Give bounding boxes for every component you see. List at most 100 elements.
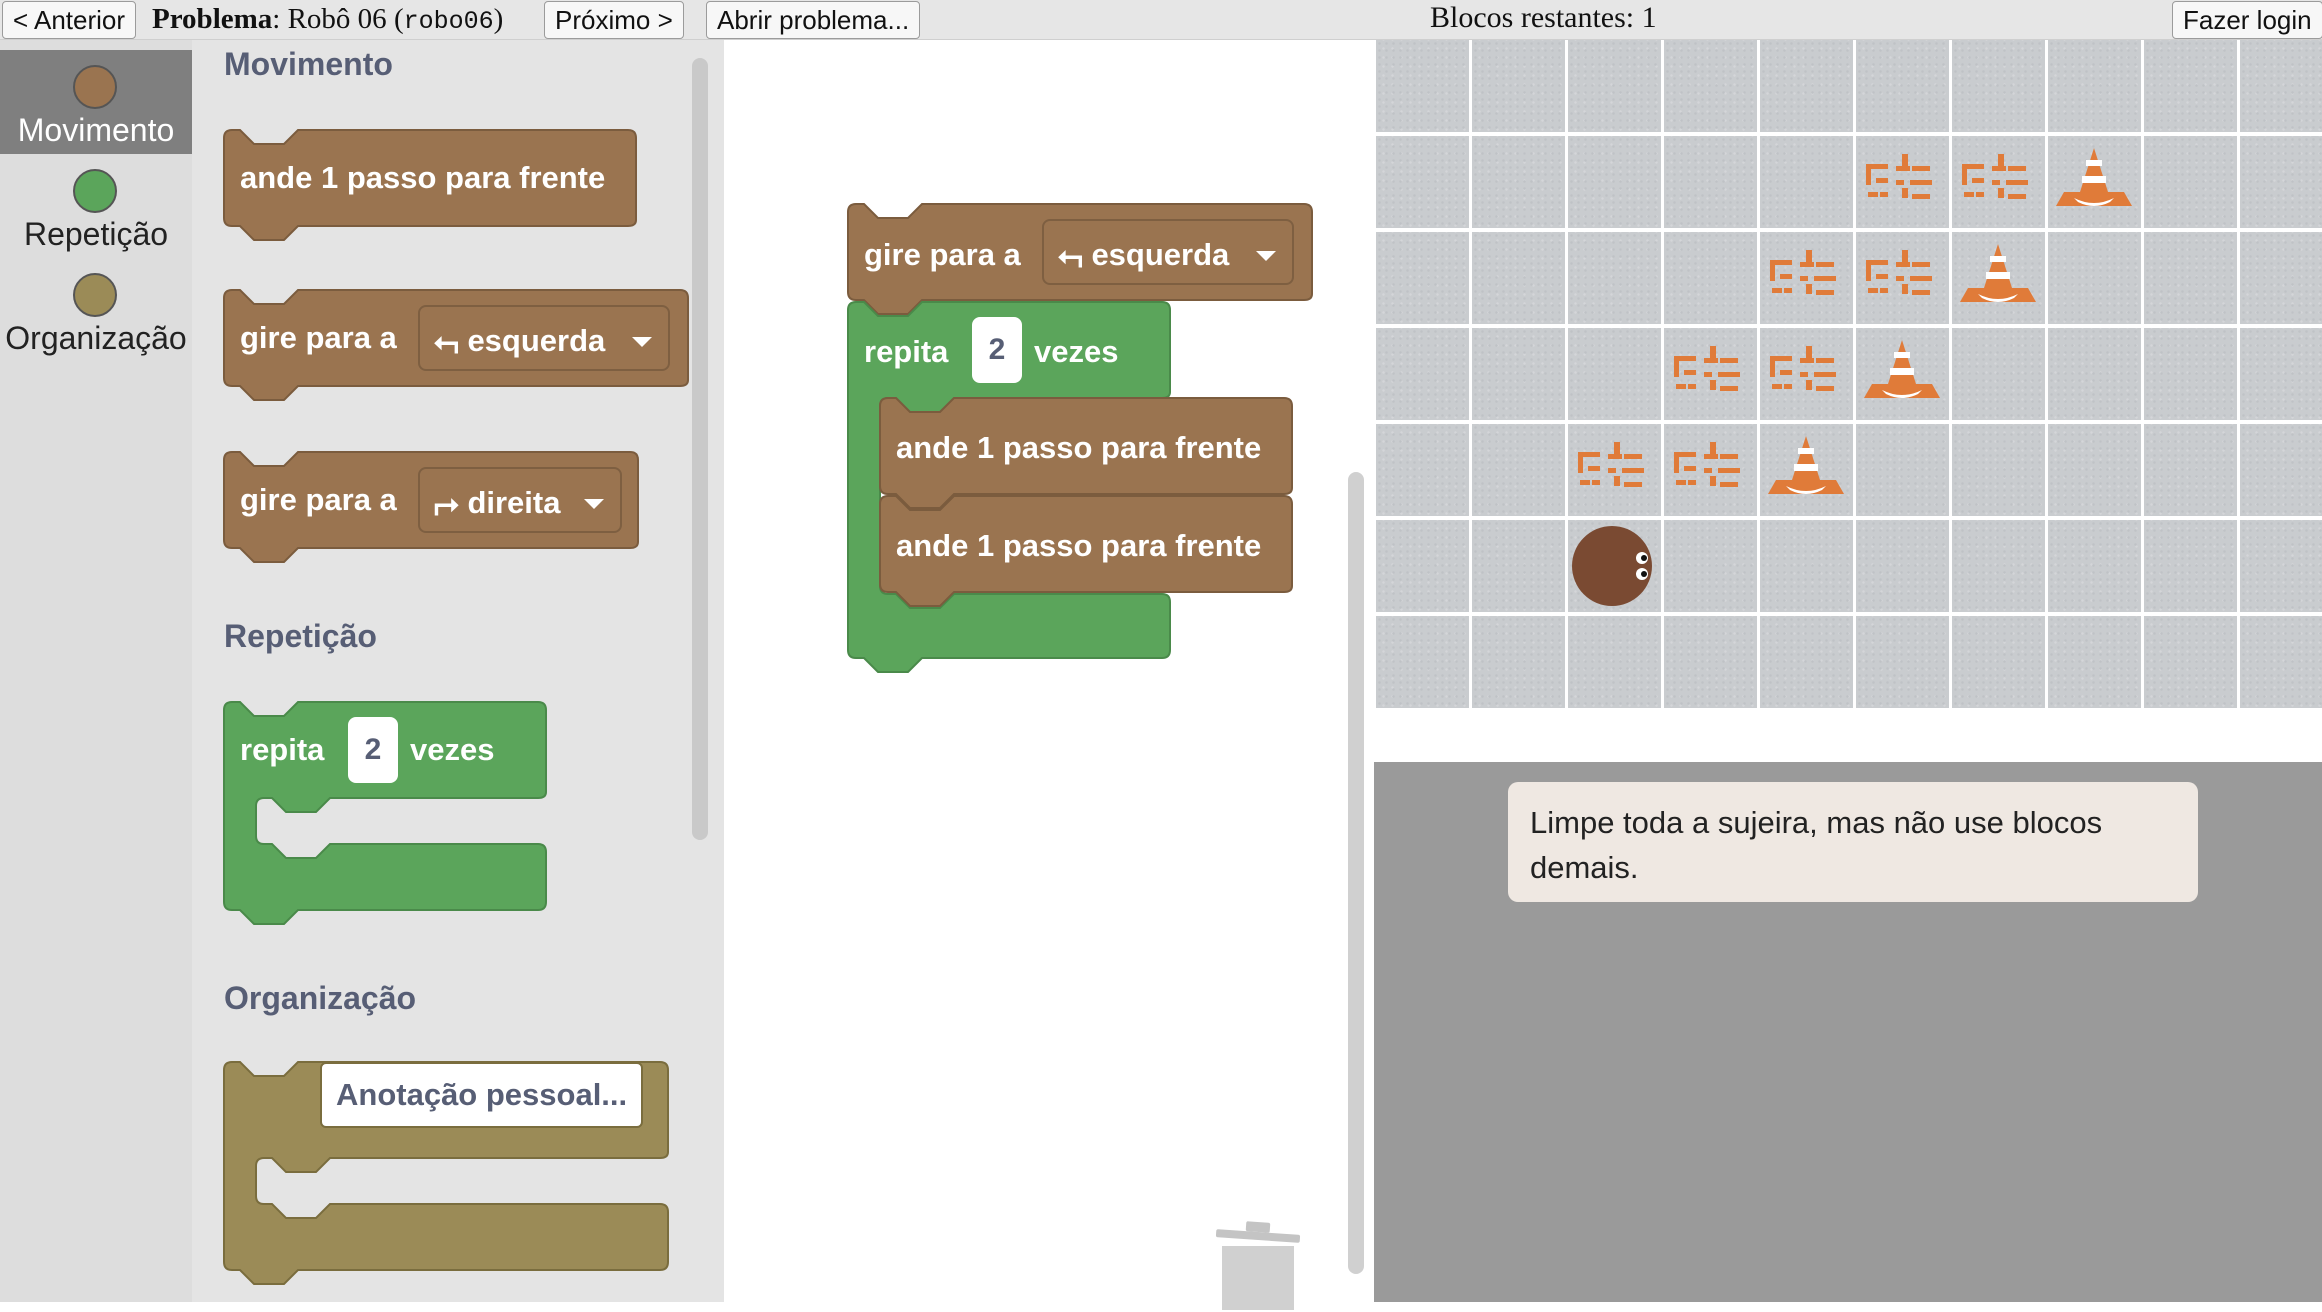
- board-tile: [2240, 424, 2322, 516]
- board-tile: [2048, 232, 2141, 324]
- board-tile: [1376, 616, 1469, 708]
- category-label: Repetição: [23, 216, 169, 252]
- board-tile: [1472, 232, 1565, 324]
- board-tile: [1568, 616, 1661, 708]
- blocks-remaining: Blocos restantes: 1: [1430, 1, 1657, 34]
- board-tile: [2048, 328, 2141, 420]
- board-tile: [1952, 328, 2045, 420]
- top-bar: < Anterior Problema: Robô 06 (robo06) Pr…: [0, 0, 2322, 40]
- direction-dropdown[interactable]: ⮢ esquerda: [1042, 219, 1294, 285]
- trash-icon[interactable]: [1214, 1220, 1304, 1310]
- repeat-count-input[interactable]: 2: [972, 317, 1022, 383]
- block-label: ande 1 passo para frente: [240, 160, 606, 195]
- turn-right-arrow-icon: ⮣: [434, 485, 459, 520]
- board-tile: [1856, 424, 1949, 516]
- board-tile: [1376, 520, 1469, 612]
- dirt-icon: [1578, 442, 1644, 487]
- board-tile: [1952, 40, 2045, 132]
- board-tile: [2048, 616, 2141, 708]
- board-tile: [1952, 520, 2045, 612]
- board-tile: [1856, 616, 1949, 708]
- board-tile: [1472, 136, 1565, 228]
- direction-dropdown[interactable]: ⮢ esquerda: [418, 305, 670, 371]
- category-repeat[interactable]: Repetição: [0, 154, 192, 258]
- board-tile: [1760, 40, 1853, 132]
- traffic-cone-icon: [1864, 340, 1940, 398]
- board-tile: [1376, 40, 1469, 132]
- board-tile: [2144, 520, 2237, 612]
- category-sidebar: Movimento Repetição Organização: [0, 40, 192, 1302]
- board-tile: [1376, 424, 1469, 516]
- board-tile: [1760, 616, 1853, 708]
- block-label: gire para a: [864, 237, 1021, 272]
- board-tile: [2240, 40, 2322, 132]
- dirt-icon: [1866, 154, 1932, 199]
- board-tile: [1856, 520, 1949, 612]
- workspace-scrollbar[interactable]: [1348, 472, 1364, 1274]
- dirt-icon: [1770, 250, 1836, 295]
- category-organization[interactable]: Organização: [0, 258, 192, 362]
- board-tile: [1952, 616, 2045, 708]
- board-tile: [2144, 616, 2237, 708]
- direction-dropdown[interactable]: ⮣ direita: [418, 467, 622, 533]
- dirt-icon: [1962, 154, 2028, 199]
- block-label: vezes: [410, 732, 495, 767]
- board-tile: [1472, 616, 1565, 708]
- instruction-bubble: Limpe toda a sujeira, mas não use blocos…: [1508, 782, 2198, 902]
- board-tile: [1664, 520, 1757, 612]
- board-tile: [2144, 232, 2237, 324]
- board-tile: [1664, 40, 1757, 132]
- game-board: [1374, 40, 2322, 762]
- dropdown-value: direita: [467, 485, 561, 520]
- board-tile: [2240, 232, 2322, 324]
- board-tile: [1664, 232, 1757, 324]
- board-tile: [2048, 520, 2141, 612]
- next-button[interactable]: Próximo >: [544, 1, 684, 39]
- repeat-category-dot: [73, 169, 117, 213]
- board-tile: [2240, 520, 2322, 612]
- traffic-cone-icon: [1768, 436, 1844, 494]
- block-label: vezes: [1034, 334, 1119, 369]
- movement-category-dot: [73, 65, 117, 109]
- problem-code: robo06: [403, 7, 494, 36]
- block-label: repita: [240, 732, 325, 767]
- workspace[interactable]: gire para a ⮢ esquerda repita 2 vezes an…: [724, 40, 1374, 1310]
- login-button[interactable]: Fazer login: [2172, 1, 2322, 39]
- dropdown-value: esquerda: [1091, 237, 1230, 272]
- board-tile: [1568, 232, 1661, 324]
- board-tile: [2144, 136, 2237, 228]
- category-label: Movimento: [17, 112, 175, 148]
- block-label: gire para a: [240, 482, 397, 517]
- open-problem-button[interactable]: Abrir problema...: [706, 1, 921, 39]
- palette-heading-movement: Movimento: [224, 46, 393, 82]
- problem-name: Robô 06: [287, 3, 387, 35]
- category-movement[interactable]: Movimento: [0, 50, 192, 154]
- turn-left-arrow-icon: ⮢: [434, 323, 459, 358]
- palette-heading-organization: Organização: [224, 980, 417, 1016]
- block-label: repita: [864, 334, 949, 369]
- organization-category-dot: [73, 273, 117, 317]
- board-tile: [2240, 328, 2322, 420]
- board-tile: [1760, 520, 1853, 612]
- board-tile: [1472, 424, 1565, 516]
- palette-scrollbar[interactable]: [692, 58, 708, 840]
- turn-left-arrow-icon: ⮢: [1058, 237, 1083, 272]
- board-tile: [1376, 328, 1469, 420]
- note-text-input[interactable]: Anotação pessoal...: [320, 1062, 644, 1128]
- dirt-icon: [1674, 346, 1740, 391]
- board-tile: [1376, 136, 1469, 228]
- board-tile: [1472, 40, 1565, 132]
- board-tile: [1568, 328, 1661, 420]
- problem-title: Problema: Robô 06 (robo06): [152, 3, 504, 36]
- board-tile: [1472, 520, 1565, 612]
- repeat-count-input[interactable]: 2: [348, 717, 398, 783]
- dirt-icon: [1770, 346, 1836, 391]
- board-tile: [2048, 40, 2141, 132]
- problem-label: Problema: [152, 3, 273, 35]
- board-tile: [1472, 328, 1565, 420]
- block-label: ande 1 passo para frente: [896, 430, 1262, 465]
- board-tile: [1760, 136, 1853, 228]
- traffic-cone-icon: [2056, 148, 2132, 206]
- previous-button[interactable]: < Anterior: [2, 1, 137, 39]
- board-tile: [2048, 424, 2141, 516]
